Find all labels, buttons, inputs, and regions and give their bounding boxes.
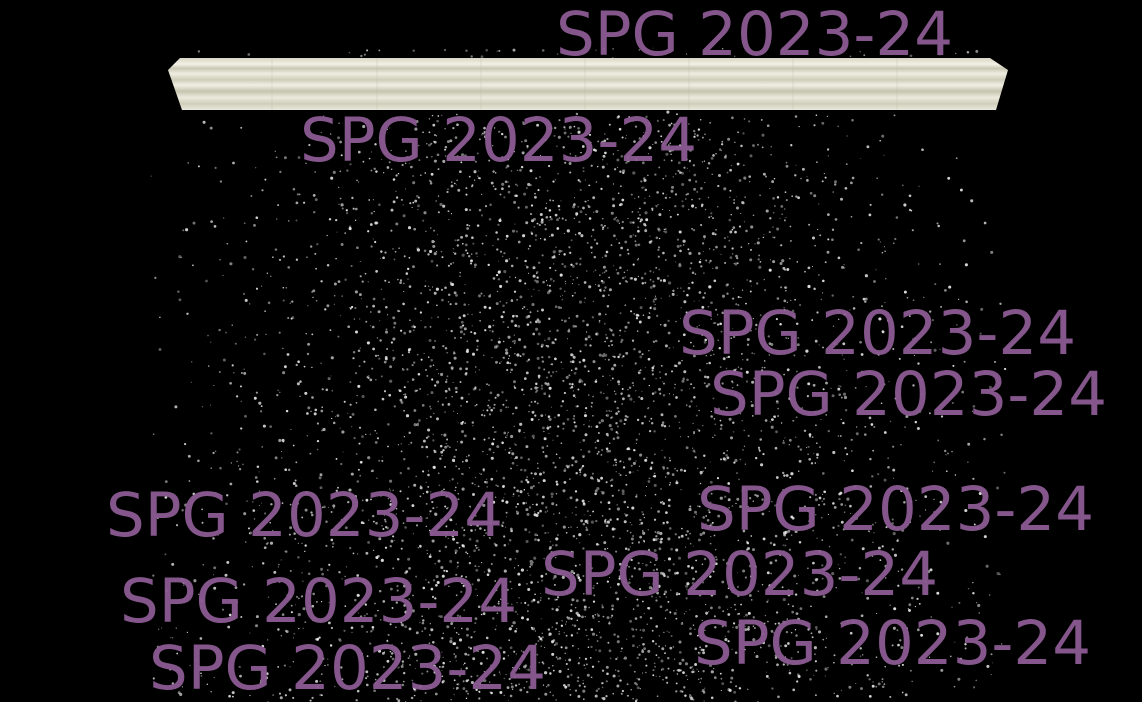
particle-scene: SPG 2023-24 SPG 2023-24 SPG 2023-24 SPG … [0, 0, 1142, 702]
